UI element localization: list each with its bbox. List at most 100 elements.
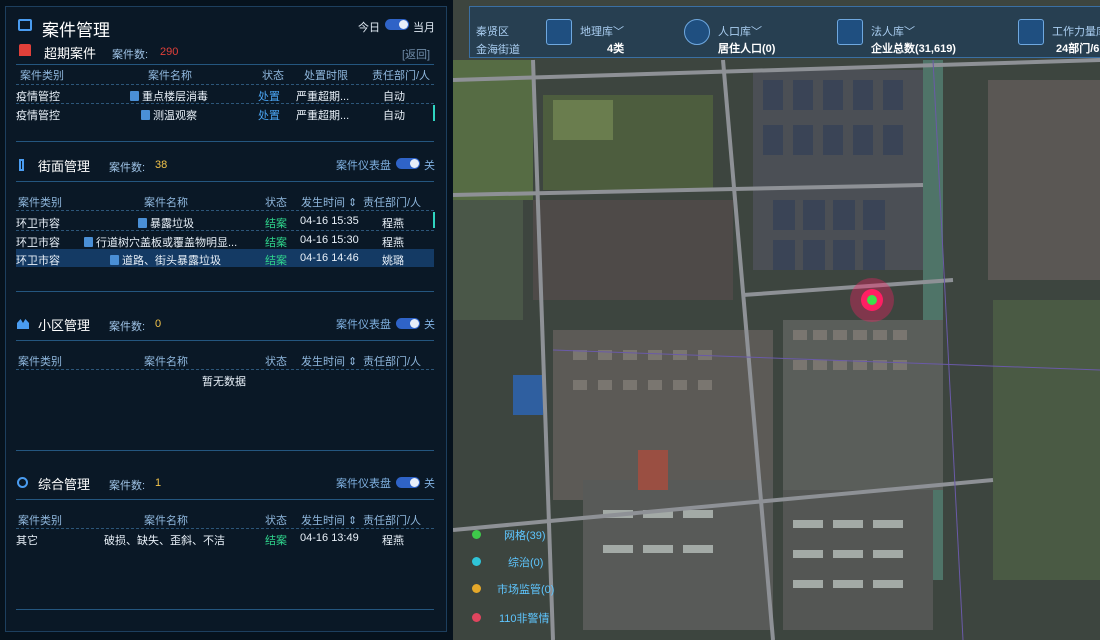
col-category[interactable]: 案件类别 [20,67,64,83]
population-library-value: 居住人口(0) [718,43,776,55]
legal-entity-library-dropdown[interactable]: 法人库﹀ [871,23,915,39]
cell-status: 结案 [265,535,287,547]
cell-category: 环卫市容 [16,218,60,230]
legend-grid[interactable]: 网格(39) [504,527,546,543]
overdue-count: 290 [160,46,179,58]
document-icon [130,91,139,101]
cell-deadline: 严重超期... [296,91,350,103]
cell-time: 04-16 13:49 [300,532,359,544]
col-dept[interactable]: 责任部门/人 [372,67,430,83]
street-dashboard-switch[interactable] [396,158,420,169]
general-title: 综合管理 [38,477,91,492]
street-icon [19,159,24,171]
workforce-library-value: 24部门/6 [1056,43,1100,55]
general-count: 1 [155,477,162,489]
cell-dept: 姚璐 [382,255,404,267]
street-switch-state: 关 [424,160,435,172]
col-name[interactable]: 案件名称 [144,194,188,210]
cell-time: 04-16 14:46 [300,252,359,264]
community-dashboard-switch[interactable] [396,318,420,329]
geo-library-dropdown[interactable]: 地理库﹀ [580,23,624,39]
overdue-title: 超期案件 [44,46,97,61]
incident-marker-dot [867,295,877,305]
col-dept[interactable]: 责任部门/人 [363,194,421,210]
map-info-bar: 秦贤区 金海街道 地理库﹀ 4类 人口库﹀ 居住人口(0) 法人库﹀ 企业总数(… [469,6,1100,58]
legend-dot-market [472,584,481,593]
empty-message: 暂无数据 [202,376,246,388]
workforce-library-dropdown[interactable]: 工作力量库 [1052,23,1100,39]
col-deadline[interactable]: 处置时限 [304,67,348,83]
community-switch-state: 关 [424,319,435,331]
col-dept[interactable]: 责任部门/人 [363,512,421,528]
general-dashboard-label: 案件仪表盘 [336,478,391,490]
document-icon [110,255,119,265]
panel-title: 案件管理 [42,21,110,40]
legend-dot-110 [472,613,481,622]
case-list-icon [18,19,32,31]
legend-market[interactable]: 市场监管(0) [497,581,554,597]
toggle-today-label: 今日 [358,22,380,34]
col-dept[interactable]: 责任部门/人 [363,353,421,369]
cell-category: 其它 [16,535,38,547]
back-link[interactable]: [返回] [402,46,430,62]
document-icon [141,110,150,120]
cell-category: 环卫市容 [16,237,60,249]
col-category[interactable]: 案件类别 [18,353,62,369]
legend-110[interactable]: 110非警情 [499,610,550,626]
cell-category: 疫情管控 [16,91,60,103]
user-icon [17,477,28,488]
general-dashboard-switch[interactable] [396,477,420,488]
street-name[interactable]: 金海街道 [476,41,520,57]
col-status[interactable]: 状态 [265,194,287,210]
cell-dept: 自动 [383,110,405,122]
selected-row-highlight [16,249,434,267]
case-management-panel: 案件管理 今日 当月 超期案件 案件数: 290 [返回] 案件类别 案件名称 … [5,6,447,632]
community-title: 小区管理 [38,318,91,333]
geo-library-value: 4类 [607,43,625,55]
cell-name: 行道树穴盖板或覆盖物明显... [84,234,237,250]
scrollbar[interactable] [433,105,435,121]
col-category[interactable]: 案件类别 [18,194,62,210]
cell-status: 处置 [258,91,280,103]
cell-name: 暴露垃圾 [138,215,194,231]
legend-comprehensive[interactable]: 综治(0) [508,554,543,570]
col-time-sort[interactable]: 发生时间 ⇕ [301,353,357,369]
community-dashboard-label: 案件仪表盘 [336,319,391,331]
chevron-down-icon: ﹀ [613,26,624,38]
satellite-map[interactable] [453,0,1100,640]
col-time-sort[interactable]: 发生时间 ⇕ [301,512,357,528]
cell-name: 测温观察 [141,107,197,123]
col-time-sort[interactable]: 发生时间 ⇕ [301,194,357,210]
cell-name: 破损、缺失、歪斜、不洁 [104,535,225,547]
population-library-dropdown[interactable]: 人口库﹀ [718,23,762,39]
cell-name: 重点楼层消毒 [130,88,208,104]
overdue-count-label: 案件数: [112,49,149,61]
col-status[interactable]: 状态 [265,353,287,369]
cell-time: 04-16 15:35 [300,215,359,227]
cell-deadline: 严重超期... [296,110,350,122]
area-name[interactable]: 秦贤区 [476,23,509,39]
cell-status: 结案 [265,255,287,267]
cell-dept: 自动 [383,91,405,103]
col-name[interactable]: 案件名称 [144,512,188,528]
legend-dot-grid [472,530,481,539]
cell-status: 结案 [265,237,287,249]
cell-category: 疫情管控 [16,110,60,122]
scrollbar[interactable] [433,212,435,228]
period-toggle[interactable] [385,19,409,30]
col-category[interactable]: 案件类别 [18,512,62,528]
cell-dept: 程燕 [382,535,404,547]
col-name[interactable]: 案件名称 [148,67,192,83]
col-status[interactable]: 状态 [265,512,287,528]
legend-dot-comprehensive [472,557,481,566]
col-name[interactable]: 案件名称 [144,353,188,369]
cell-time: 04-16 15:30 [300,234,359,246]
legal-entity-library-value: 企业总数(31,619) [871,43,956,55]
cell-dept: 程燕 [382,218,404,230]
street-dashboard-label: 案件仪表盘 [336,160,391,172]
street-count: 38 [155,159,168,171]
cell-dept: 程燕 [382,237,404,249]
col-status[interactable]: 状态 [262,67,284,83]
cell-status: 处置 [258,110,280,122]
chevron-down-icon: ﹀ [751,26,762,38]
